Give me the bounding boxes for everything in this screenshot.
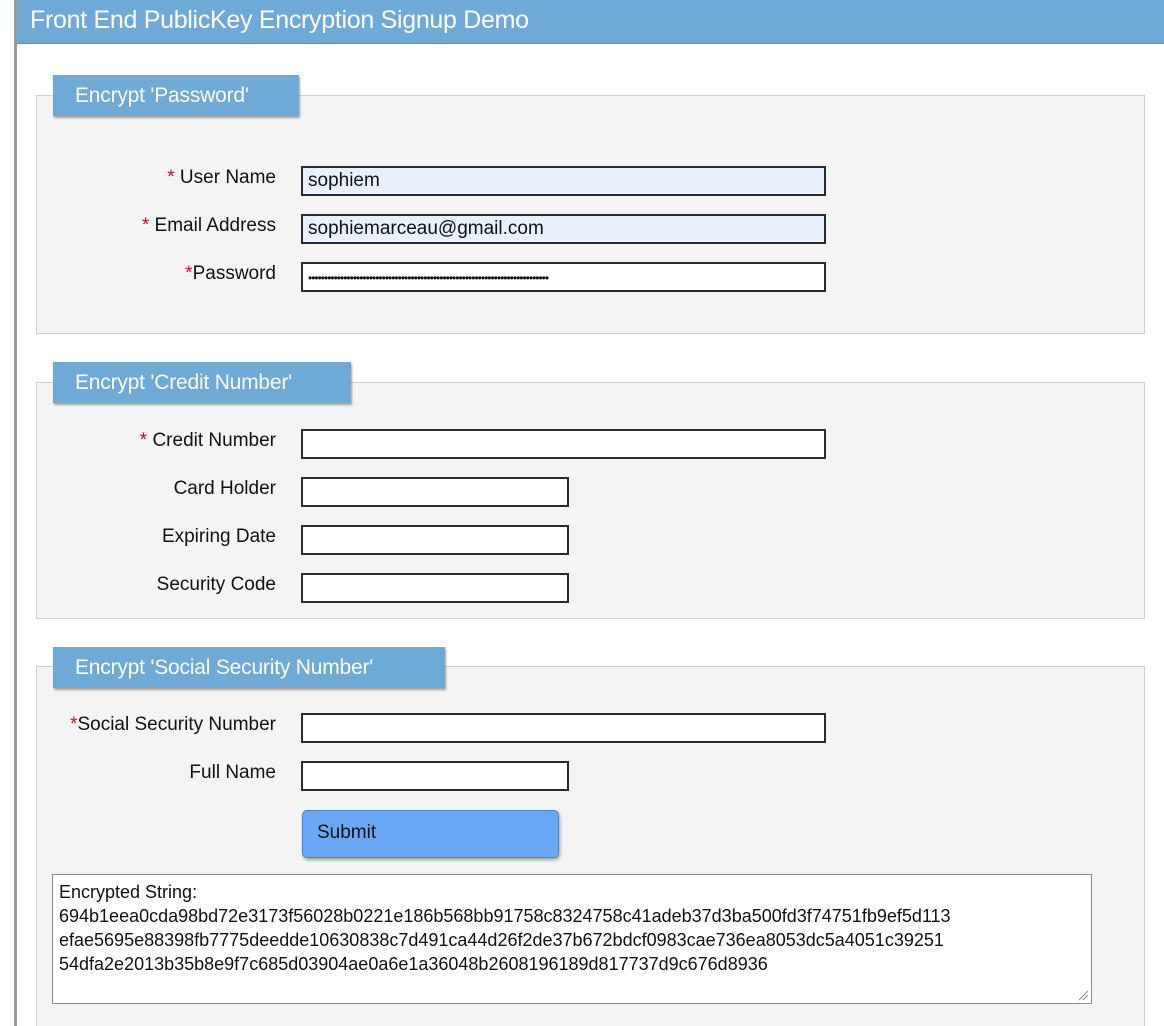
- ssn-label-text: Social Security Number: [77, 714, 276, 735]
- credit-legend: Encrypt 'Credit Number': [53, 362, 351, 403]
- ssn-legend: Encrypt 'Social Security Number': [53, 647, 445, 688]
- ssn-input[interactable]: [301, 713, 826, 743]
- title-bar: Front End PublicKey Encryption Signup De…: [17, 0, 1164, 44]
- submit-button[interactable]: Submit: [302, 810, 559, 858]
- expiring-date-input[interactable]: [301, 525, 569, 555]
- username-label: * User Name: [167, 167, 276, 189]
- username-label-text: User Name: [174, 167, 276, 188]
- password-legend: Encrypt 'Password': [53, 75, 299, 116]
- credit-number-input[interactable]: [301, 429, 826, 459]
- password-label-text: Password: [192, 263, 276, 284]
- page-title: Front End PublicKey Encryption Signup De…: [30, 6, 529, 34]
- output-line: 694b1eea0cda98bd72e3173f56028b0221e186b5…: [59, 906, 951, 926]
- output-heading: Encrypted String:: [59, 882, 198, 902]
- expiring-date-label: Expiring Date: [161, 526, 276, 547]
- email-label: * Email Address: [142, 215, 276, 237]
- password-input[interactable]: ••••••••••••••••••••••••••••••••••••••••…: [301, 262, 826, 292]
- left-border: [14, 0, 17, 1026]
- encrypted-output-textarea[interactable]: Encrypted String: 694b1eea0cda98bd72e317…: [52, 874, 1092, 1004]
- username-input[interactable]: sophiem: [301, 166, 826, 196]
- email-input[interactable]: sophiemarceau@gmail.com: [301, 214, 826, 244]
- password-mask: ••••••••••••••••••••••••••••••••••••••••…: [308, 271, 549, 285]
- security-code-input[interactable]: [301, 573, 569, 603]
- output-line: efae5695e88398fb7775deedde10630838c7d491…: [59, 930, 944, 950]
- resize-grip-icon[interactable]: [1077, 989, 1089, 1001]
- ssn-label: *Social Security Number: [70, 714, 276, 736]
- email-label-text: Email Address: [149, 215, 276, 236]
- security-code-label: Security Code: [156, 574, 276, 595]
- credit-number-label: * Credit Number: [140, 430, 276, 452]
- credit-number-label-text: Credit Number: [147, 430, 276, 451]
- output-line: 54dfa2e2013b35b8e9f7c685d03904ae0a6e1a36…: [59, 954, 768, 974]
- required-marker: *: [185, 263, 193, 284]
- full-name-label: Full Name: [189, 762, 276, 783]
- card-holder-input[interactable]: [301, 477, 569, 507]
- signup-page: Front End PublicKey Encryption Signup De…: [0, 0, 1164, 1026]
- full-name-input[interactable]: [301, 761, 569, 791]
- required-marker: *: [167, 167, 175, 188]
- card-holder-label: Card Holder: [173, 478, 276, 499]
- password-label: *Password: [185, 263, 276, 285]
